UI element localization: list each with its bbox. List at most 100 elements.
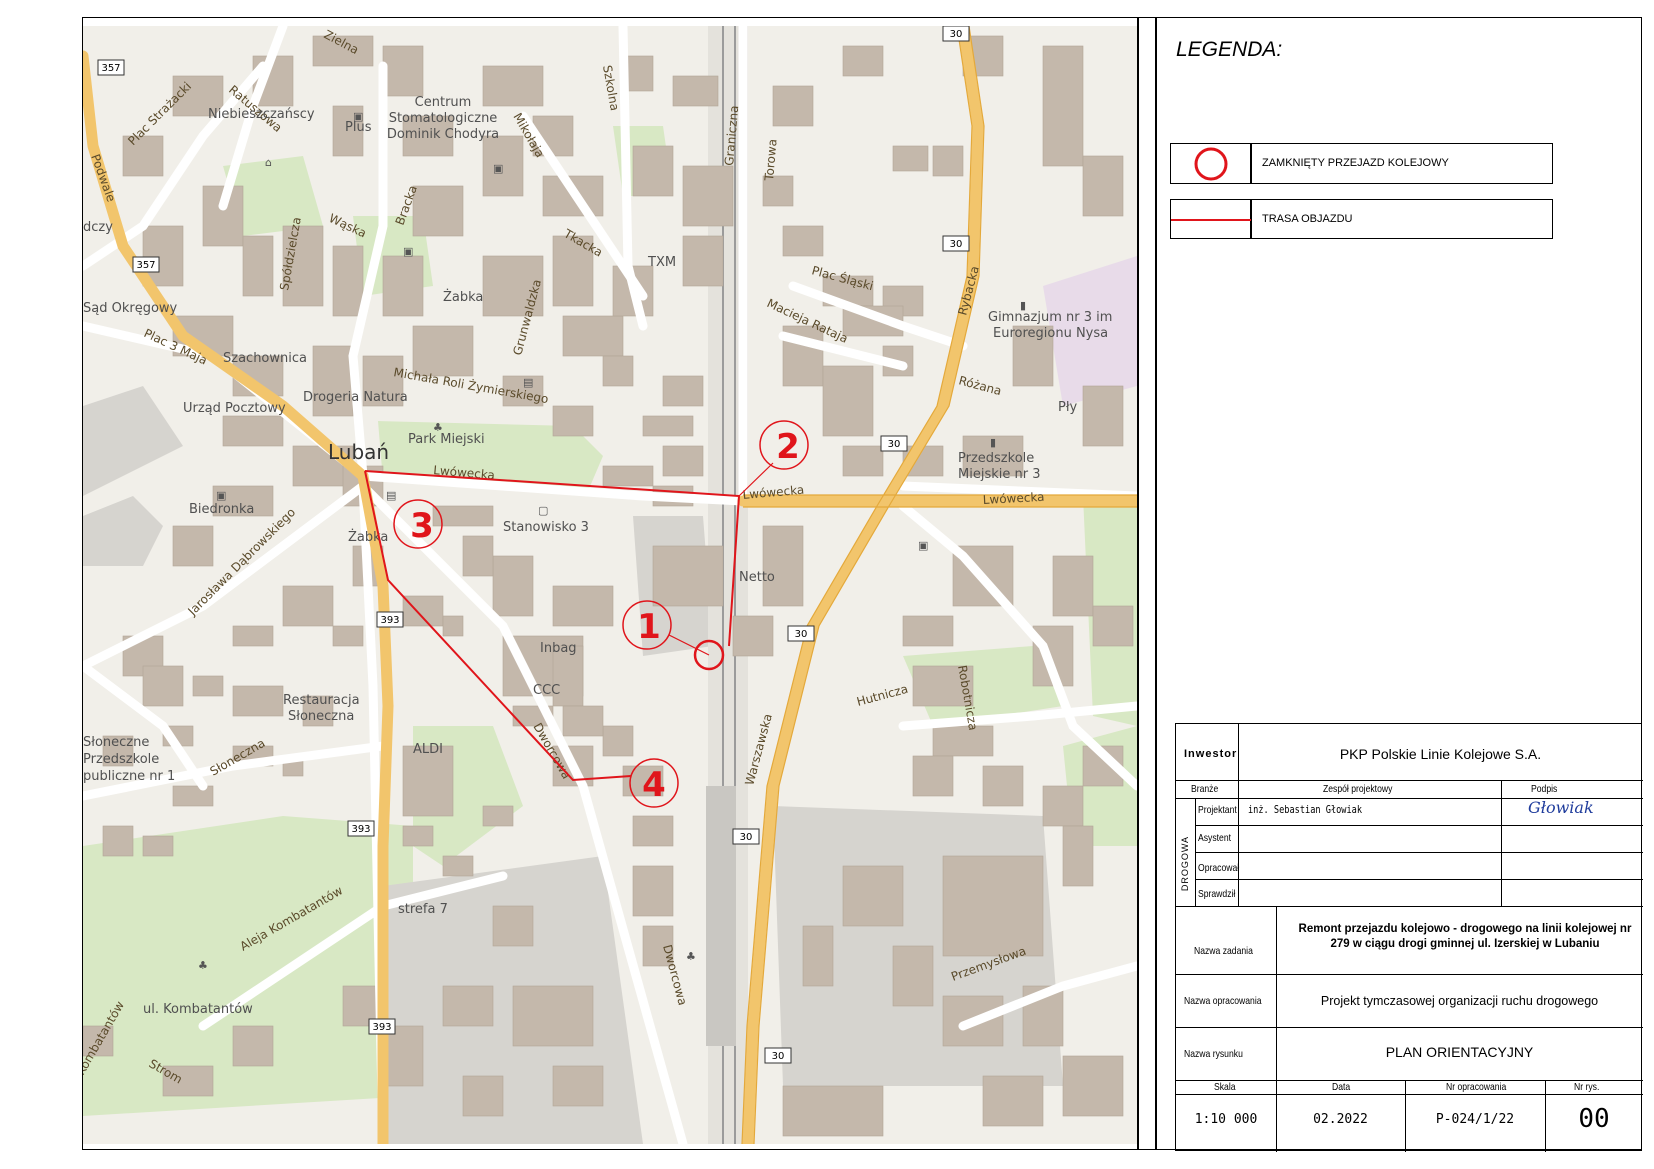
svg-text:Drogeria Natura: Drogeria Natura [303,390,408,405]
shop-icon: ▣ [403,245,413,258]
road-shield: 30 [732,828,760,845]
svg-text:Słoneczne: Słoneczne [83,735,149,750]
svg-text:393: 393 [372,1022,391,1033]
road-shield: 393 [376,611,404,628]
date-label: Data [1332,1081,1351,1093]
road-shield: 393 [368,1018,396,1035]
svg-text:Stomatologiczne: Stomatologiczne [389,111,498,126]
svg-text:357: 357 [136,260,155,271]
tree-icon: ♣ [433,421,443,434]
svg-text:Restauracja: Restauracja [283,693,360,708]
svg-text:30: 30 [795,629,808,640]
frame-divider [1137,17,1139,1150]
svg-text:Stanowisko 3: Stanowisko 3 [503,520,589,535]
svg-text:Euroregionu Nysa: Euroregionu Nysa [993,326,1108,341]
nr-opracowania-value: P-024/1/22 [1435,1112,1515,1127]
road-shield: 30 [942,26,970,42]
marker-label: 2 [776,427,800,467]
role-asystent: Asystent [1198,832,1232,844]
school-icon: ▮ [1020,299,1026,312]
svg-text:Park Miejski: Park Miejski [408,432,485,447]
shop-icon: ▣ [918,539,928,552]
svg-text:30: 30 [950,239,963,250]
shop-icon: ▣ [353,110,363,123]
frame-divider [1155,17,1157,1150]
svg-text:publiczne nr 1: publiczne nr 1 [83,769,175,784]
svg-text:393: 393 [380,615,399,626]
svg-text:CCC: CCC [533,683,560,698]
svg-text:Dominik Chodyra: Dominik Chodyra [387,127,499,142]
svg-text:Lubań: Lubań [328,440,389,464]
svg-text:ALDI: ALDI [413,742,443,757]
road-shield: 357 [132,256,160,273]
legend-item-detour-route: TRASA OBJAZDU [1262,213,1353,225]
svg-text:Sąd Okręgowy: Sąd Okręgowy [83,301,178,316]
role-sprawdzil: Sprawdził [1198,888,1236,900]
home-icon: ⌂ [265,156,272,169]
marker-label: 3 [410,506,434,546]
svg-text:357: 357 [101,63,120,74]
svg-text:Żabka: Żabka [443,289,483,305]
svg-text:Przedszkole: Przedszkole [83,752,159,767]
detour-route-legend-icon [1171,219,1252,221]
svg-text:strefa 7: strefa 7 [398,902,448,917]
svg-text:Niebieszczańscy: Niebieszczańscy [208,107,315,122]
road-shield: 393 [347,820,375,837]
school-icon: ▮ [990,436,996,449]
nr-rys-label: Nr rys. [1574,1081,1600,1093]
legend-symbol-box [1170,199,1252,239]
closed-crossing-legend-icon [1194,147,1228,181]
tree-icon: ♣ [686,950,696,963]
svg-text:Urząd Pocztowy: Urząd Pocztowy [183,401,286,416]
branze-label: Branże [1191,783,1219,795]
map-svg: 357 357 30 30 30 30 30 30 393 393 393 Zi… [83,26,1137,1144]
legend-title: LEGENDA: [1176,38,1283,61]
bank-icon: ▤ [523,376,533,389]
city-map: 357 357 30 30 30 30 30 30 393 393 393 Zi… [83,26,1137,1144]
svg-text:30: 30 [888,439,901,450]
designer-signature: Głowiak [1528,798,1594,817]
scale-value: 1:10 000 [1194,1112,1258,1127]
tree-icon: ♣ [198,959,208,972]
road-shield: 30 [787,625,815,642]
nr-rys-value: 00 [1578,1104,1610,1134]
legend-symbol-box [1170,143,1251,184]
study-value: Projekt tymczasowej organizacji ruchu dr… [1320,994,1599,1008]
title-block: Inwestor PKP Polskie Linie Kolejowe S.A.… [1175,723,1643,1152]
road-shield: 357 [97,59,125,76]
svg-text:dczy: dczy [83,220,113,235]
date-value: 02.2022 [1313,1112,1368,1127]
svg-text:Netto: Netto [739,570,775,585]
scale-label: Skala [1214,1081,1236,1093]
designer-name: inż. Sebastian Głowiak [1248,804,1363,816]
svg-text:Pły: Pły [1058,400,1078,415]
svg-text:Szachownica: Szachownica [223,351,307,366]
study-label: Nazwa opracowania [1184,995,1262,1007]
svg-text:Gimnazjum nr 3 im: Gimnazjum nr 3 im [988,310,1112,325]
marker-label: 4 [642,765,666,805]
svg-text:30: 30 [950,29,963,40]
svg-text:30: 30 [772,1051,785,1062]
task-label: Nazwa zadania [1194,945,1253,957]
svg-text:Centrum: Centrum [415,95,472,110]
bus-icon: ▢ [538,504,548,517]
shop-icon: ▣ [493,162,503,175]
drawing-label: Nazwa rysunku [1184,1048,1243,1060]
legend-item-closed-crossing: ZAMKNIĘTY PRZEJAZD KOLEJOWY [1262,157,1449,169]
svg-text:393: 393 [351,824,370,835]
svg-text:Miejskie nr 3: Miejskie nr 3 [958,467,1040,482]
svg-text:TXM: TXM [647,255,676,270]
road-shield: 30 [880,435,908,452]
role-projektant: Projektant [1198,804,1237,816]
team-label: Zespół projektowy [1323,783,1393,795]
investor-label: Inwestor [1184,748,1238,760]
svg-text:Przedszkole: Przedszkole [958,451,1034,466]
svg-text:Żabka: Żabka [348,529,388,545]
investor-value: PKP Polskie Linie Kolejowe S.A. [1339,746,1542,762]
marker-label: 1 [637,607,661,647]
role-opracowal: Opracował [1198,862,1240,874]
nr-opracowania-label: Nr opracowania [1446,1081,1507,1093]
svg-text:Biedronka: Biedronka [189,502,254,517]
discipline-label: DROGOWA [1180,836,1190,892]
road-shield: 30 [942,235,970,252]
